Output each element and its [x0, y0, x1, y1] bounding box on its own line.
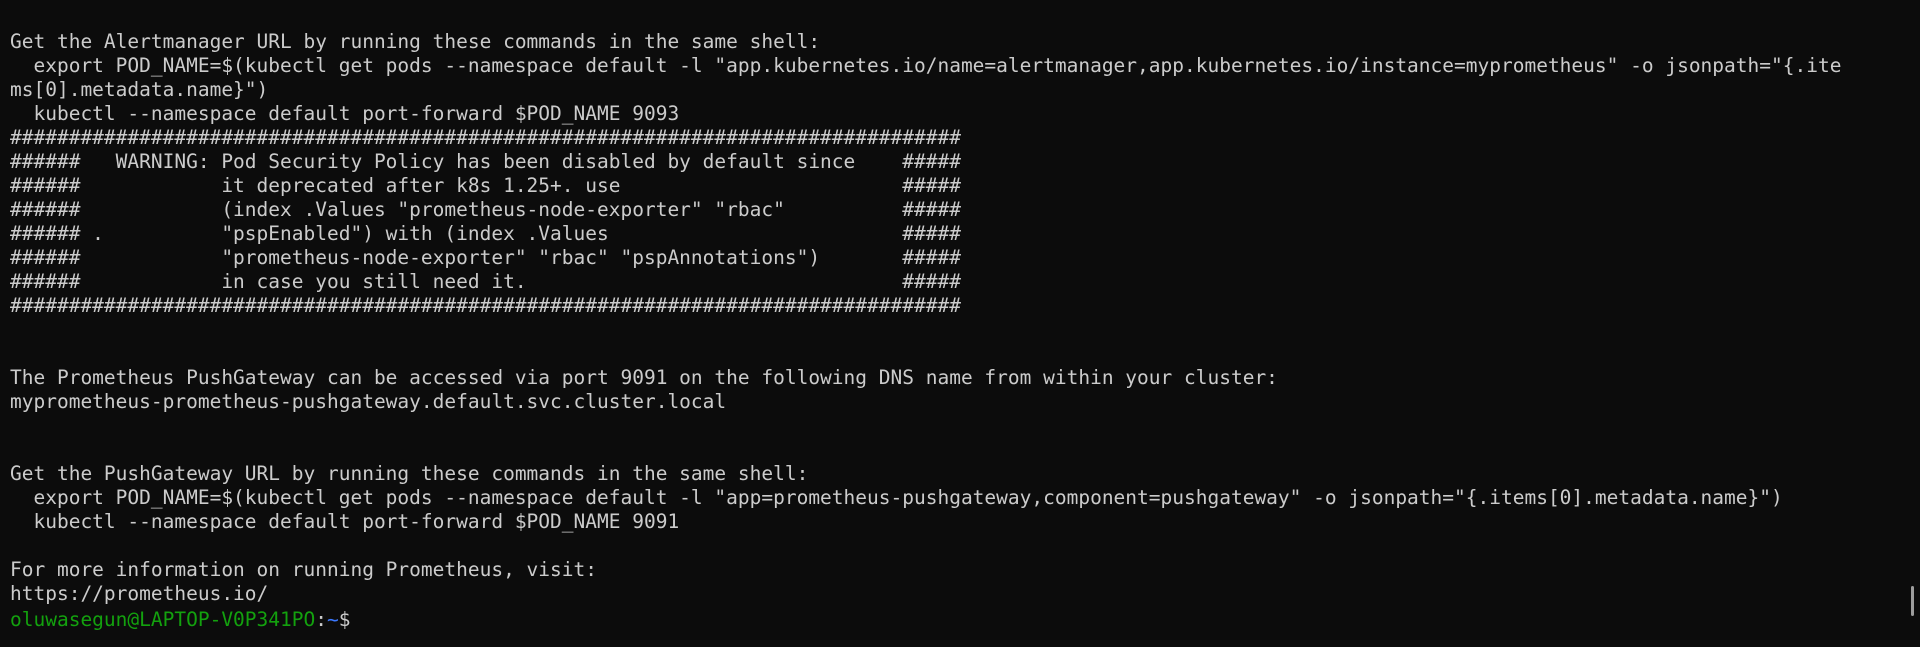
output-line: export POD_NAME=$(kubectl get pods --nam…	[10, 486, 1783, 509]
output-line: ###### it deprecated after k8s 1.25+. us…	[10, 174, 961, 197]
output-line: ms[0].metadata.name}")	[10, 78, 269, 101]
terminal-window[interactable]: Get the Alertmanager URL by running thes…	[0, 0, 1920, 647]
prompt-user-host: oluwasegun@LAPTOP-V0P341PO	[10, 608, 316, 631]
output-line: myprometheus-prometheus-pushgateway.defa…	[10, 390, 727, 413]
output-line: ########################################…	[10, 126, 961, 149]
prompt-colon: :	[315, 608, 327, 631]
output-line: ###### . "pspEnabled") with (index .Valu…	[10, 222, 961, 245]
output-line: Get the Alertmanager URL by running thes…	[10, 30, 821, 53]
output-line: ###### WARNING: Pod Security Policy has …	[10, 150, 961, 173]
prompt-path: ~	[327, 608, 339, 631]
output-line: ###### in case you still need it. #####	[10, 270, 961, 293]
output-line: ###### "prometheus-node-exporter" "rbac"…	[10, 246, 961, 269]
output-line: Get the PushGateway URL by running these…	[10, 462, 809, 485]
scrollbar-thumb[interactable]	[1911, 586, 1914, 616]
shell-prompt[interactable]: oluwasegun@LAPTOP-V0P341PO:~$	[10, 606, 1910, 631]
prompt-sign: $	[338, 608, 351, 631]
output-line: kubectl --namespace default port-forward…	[10, 510, 680, 533]
output-line: kubectl --namespace default port-forward…	[10, 102, 680, 125]
output-line: ########################################…	[10, 294, 961, 317]
output-line: For more information on running Promethe…	[10, 558, 597, 581]
output-line: The Prometheus PushGateway can be access…	[10, 366, 1278, 389]
output-line: ###### (index .Values "prometheus-node-e…	[10, 198, 961, 221]
output-line: export POD_NAME=$(kubectl get pods --nam…	[10, 54, 1842, 77]
output-line: https://prometheus.io/	[10, 582, 269, 605]
